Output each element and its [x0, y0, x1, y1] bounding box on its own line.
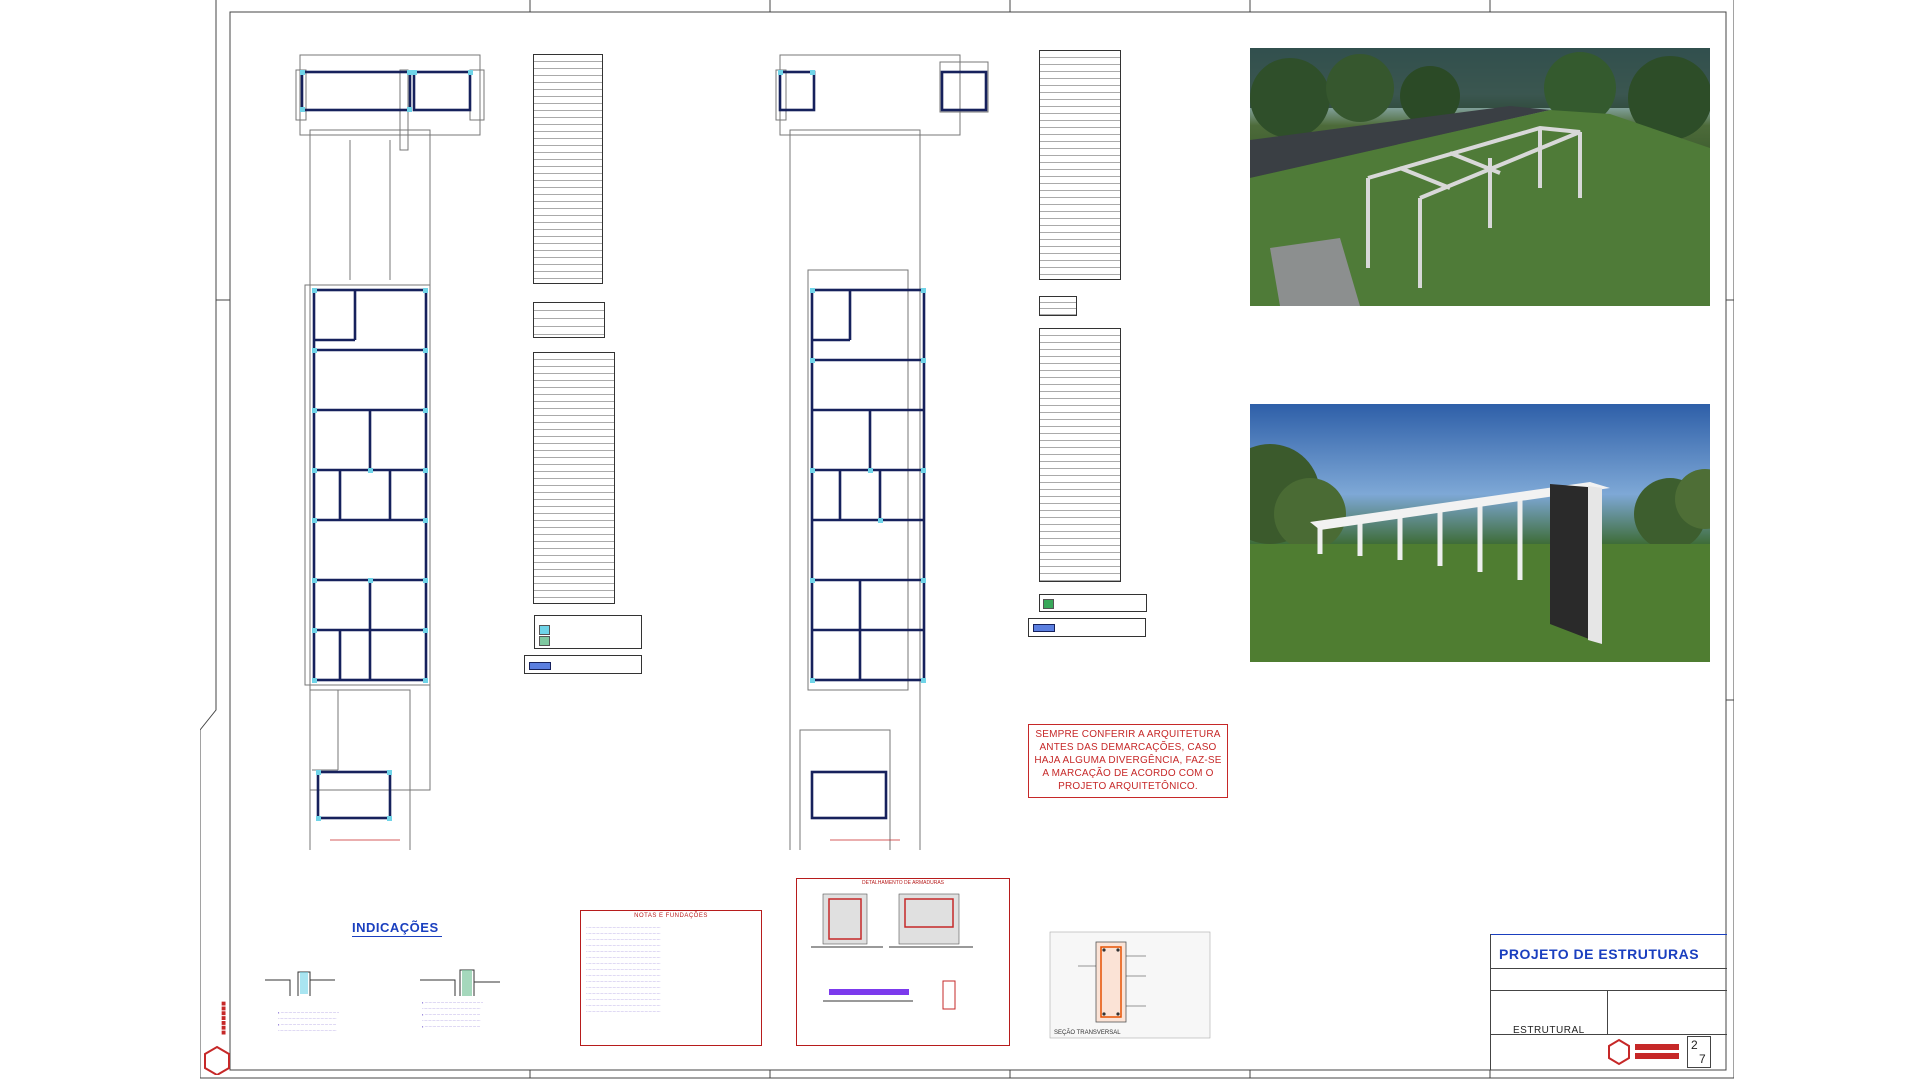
- notes-body: ········································…: [586, 925, 661, 1014]
- title-block: PROJETO DE ESTRUTURAS ESTRUTURAL 2 7: [1490, 934, 1727, 1070]
- sheet-number: 2: [1691, 1038, 1698, 1052]
- legend-box-1: [534, 615, 642, 649]
- sheet-total: 7: [1699, 1052, 1706, 1066]
- render-3d-image-bottom: [1250, 404, 1710, 662]
- floor-plan-foundation: [295, 54, 485, 850]
- detail-bottom-label: SEÇÃO TRANSVERSAL: [1054, 1030, 1121, 1036]
- title-block-row: [1491, 990, 1727, 991]
- indication-text-right: ▪ ······································…: [422, 1000, 484, 1029]
- project-title: PROJETO DE ESTRUTURAS: [1499, 946, 1700, 962]
- architecture-warning-note: SEMPRE CONFERIR A ARQUITETURA ANTES DAS …: [1028, 724, 1228, 798]
- warning-line-3: HAJA ALGUMA DIVERGÊNCIA, FAZ-SE: [1034, 755, 1222, 766]
- render-3d-image-top: [1250, 48, 1710, 306]
- indication-sketches: [265, 969, 500, 996]
- indication-text-left: ▪ ······································…: [278, 1010, 340, 1033]
- title-block-line-2: [1491, 968, 1727, 969]
- svg-text:■■■■■■■: ■■■■■■■: [219, 1001, 228, 1035]
- legend-box-3: [1039, 594, 1147, 612]
- discipline-label: ESTRUTURAL: [1513, 1025, 1585, 1036]
- legend-box-2: [524, 655, 642, 674]
- table-summary-2: [1039, 296, 1077, 316]
- indications-underline: [352, 936, 442, 937]
- table-pillars-1: [533, 54, 603, 284]
- title-block-top-line: [1491, 934, 1727, 935]
- legend-box-4: [1028, 618, 1146, 637]
- table-pillars-2: [533, 352, 615, 604]
- table-pillars-3: [1039, 50, 1121, 280]
- detail-title: DETALHAMENTO DE ARMADURAS: [861, 880, 945, 886]
- detail-sketches: [811, 893, 973, 1010]
- notes-title: NOTAS E FUNDAÇÕES: [634, 913, 708, 919]
- notes-foundations-box: NOTAS E FUNDAÇÕES ······················…: [580, 910, 762, 1046]
- warning-line-2: ANTES DAS DEMARCAÇÕES, CASO: [1039, 742, 1217, 753]
- warning-line-5: PROJETO ARQUITETÔNICO.: [1058, 781, 1198, 792]
- company-logo-icon: ■■■■■■■: [204, 1001, 230, 1075]
- company-logo-small-icon: [1608, 1038, 1679, 1066]
- section-detail: SEÇÃO TRANSVERSAL: [1048, 926, 1214, 1046]
- table-summary-1: [533, 302, 605, 338]
- drawing-sheet: SEMPRE CONFERIR A ARQUITETURA ANTES DAS …: [200, 0, 1734, 1080]
- warning-line-1: SEMPRE CONFERIR A ARQUITETURA: [1035, 729, 1221, 740]
- reinforcement-detail-box: DETALHAMENTO DE ARMADURAS: [796, 878, 1010, 1046]
- indications-title: INDICAÇÕES: [352, 920, 439, 935]
- warning-line-4: A MARCAÇÃO DE ACORDO COM O: [1042, 768, 1214, 779]
- table-pillars-4: [1039, 328, 1121, 582]
- floor-plan-ground: [775, 54, 989, 850]
- title-block-split: [1607, 990, 1608, 1034]
